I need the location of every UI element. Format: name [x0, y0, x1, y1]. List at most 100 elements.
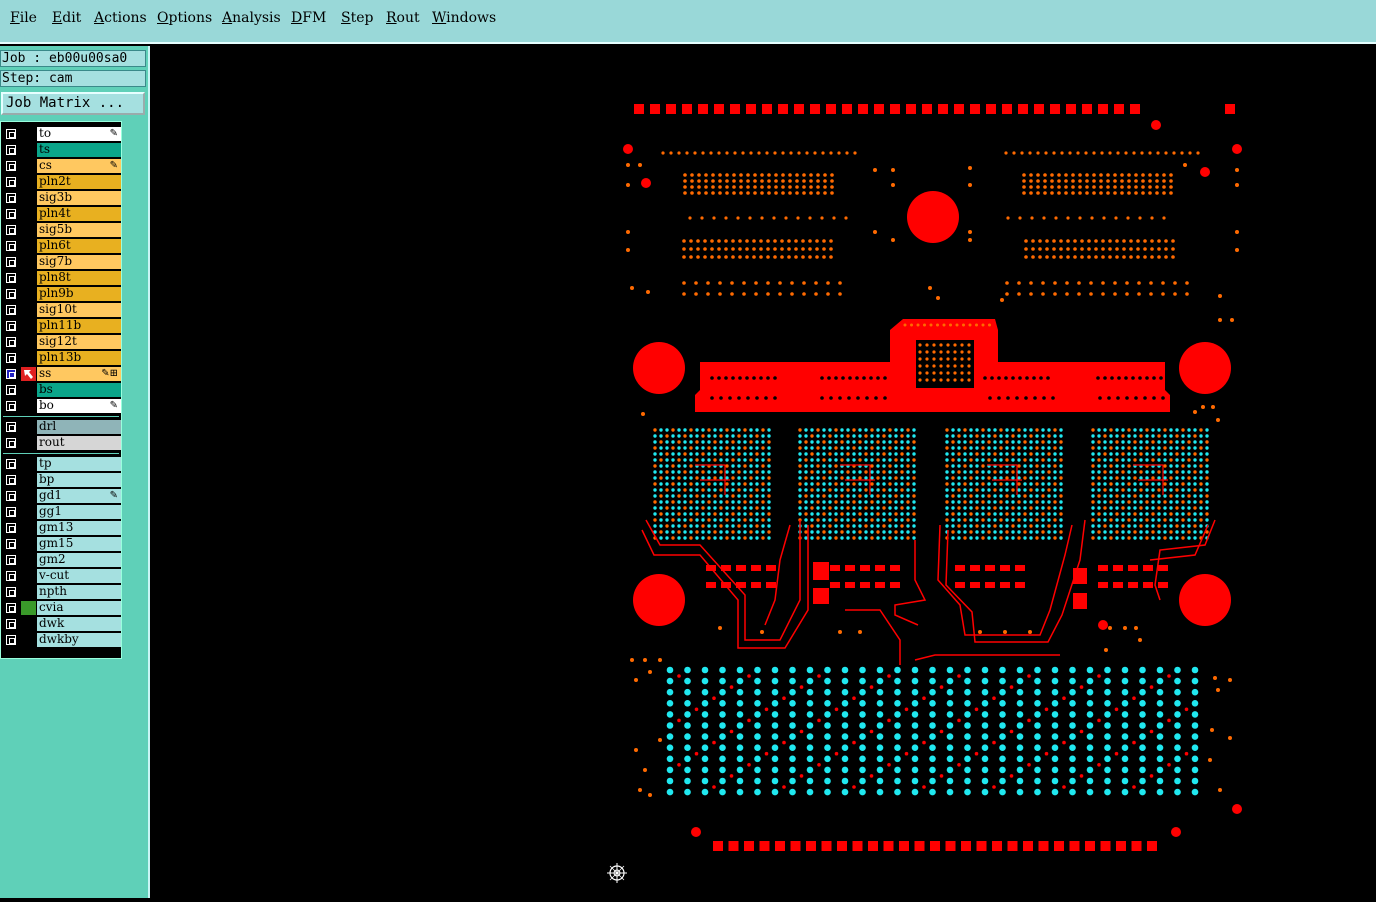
- layer-checkbox-icon[interactable]: [6, 539, 16, 549]
- layer-name-ss[interactable]: ss ✎⊞: [37, 367, 121, 381]
- layer-checkbox-icon[interactable]: [6, 369, 16, 379]
- menu-rout[interactable]: Rout: [386, 10, 420, 26]
- layer-row-pln6t[interactable]: pln6t: [3, 238, 121, 254]
- layer-checkbox-icon[interactable]: [6, 438, 16, 448]
- layer-name-drl[interactable]: drl: [37, 420, 121, 434]
- layer-name-gd1[interactable]: gd1 ✎: [37, 489, 121, 503]
- layer-name-sig12t[interactable]: sig12t: [37, 335, 121, 349]
- layer-name-npth[interactable]: npth: [37, 585, 121, 599]
- layer-row-pln11b[interactable]: pln11b: [3, 318, 121, 334]
- layer-row-drl[interactable]: drl: [3, 419, 121, 435]
- layer-checkbox-icon[interactable]: [6, 177, 16, 187]
- layer-row-dwkby[interactable]: dwkby: [3, 632, 121, 648]
- layer-checkbox-icon[interactable]: [6, 475, 16, 485]
- layer-name-pln8t[interactable]: pln8t: [37, 271, 121, 285]
- layer-row-dwk[interactable]: dwk: [3, 616, 121, 632]
- layer-row-ss[interactable]: ss ✎⊞: [3, 366, 121, 382]
- layer-row-sig7b[interactable]: sig7b: [3, 254, 121, 270]
- pcb-board-view[interactable]: [150, 46, 1376, 898]
- layer-row-ts[interactable]: ts: [3, 142, 121, 158]
- layer-name-v-cut[interactable]: v-cut: [37, 569, 121, 583]
- menu-step[interactable]: Step: [341, 10, 373, 26]
- layer-name-gm13[interactable]: gm13: [37, 521, 121, 535]
- layer-checkbox-icon[interactable]: [6, 257, 16, 267]
- layer-row-bp[interactable]: bp: [3, 472, 121, 488]
- graphic-editor-canvas[interactable]: [150, 46, 1376, 898]
- layer-name-gm15[interactable]: gm15: [37, 537, 121, 551]
- layer-checkbox-icon[interactable]: [6, 225, 16, 235]
- layer-row-sig5b[interactable]: sig5b: [3, 222, 121, 238]
- layer-checkbox-icon[interactable]: [6, 555, 16, 565]
- layer-row-tp[interactable]: tp: [3, 456, 121, 472]
- layer-row-gm15[interactable]: gm15: [3, 536, 121, 552]
- layer-checkbox-icon[interactable]: [6, 241, 16, 251]
- layer-checkbox-icon[interactable]: [6, 129, 16, 139]
- menu-actions[interactable]: Actions: [94, 10, 147, 26]
- layer-row-bs[interactable]: bs: [3, 382, 121, 398]
- layer-name-gg1[interactable]: gg1: [37, 505, 121, 519]
- layer-row-gm13[interactable]: gm13: [3, 520, 121, 536]
- layer-checkbox-icon[interactable]: [6, 422, 16, 432]
- layer-row-sig3b[interactable]: sig3b: [3, 190, 121, 206]
- menu-edit[interactable]: Edit: [52, 10, 81, 26]
- layer-checkbox-icon[interactable]: [6, 273, 16, 283]
- layer-checkbox-icon[interactable]: [6, 571, 16, 581]
- layer-color-swatch[interactable]: [21, 601, 36, 615]
- layer-name-sig7b[interactable]: sig7b: [37, 255, 121, 269]
- layer-row-v-cut[interactable]: v-cut: [3, 568, 121, 584]
- layer-name-bp[interactable]: bp: [37, 473, 121, 487]
- layer-name-tp[interactable]: tp: [37, 457, 121, 471]
- layer-name-sig5b[interactable]: sig5b: [37, 223, 121, 237]
- layer-row-gd1[interactable]: gd1 ✎: [3, 488, 121, 504]
- layer-row-to[interactable]: to ✎: [3, 126, 121, 142]
- work-layer-arrow-icon[interactable]: [21, 367, 36, 381]
- layer-checkbox-icon[interactable]: [6, 161, 16, 171]
- layer-row-sig10t[interactable]: sig10t: [3, 302, 121, 318]
- job-matrix-button[interactable]: Job Matrix ...: [1, 92, 145, 115]
- layer-name-ts[interactable]: ts: [37, 143, 121, 157]
- layer-name-pln4t[interactable]: pln4t: [37, 207, 121, 221]
- menu-file[interactable]: File: [10, 10, 37, 26]
- layer-checkbox-icon[interactable]: [6, 619, 16, 629]
- layer-checkbox-icon[interactable]: [6, 321, 16, 331]
- layer-checkbox-icon[interactable]: [6, 523, 16, 533]
- layer-row-gg1[interactable]: gg1: [3, 504, 121, 520]
- layer-name-cs[interactable]: cs ✎: [37, 159, 121, 173]
- layer-row-pln8t[interactable]: pln8t: [3, 270, 121, 286]
- layer-checkbox-icon[interactable]: [6, 145, 16, 155]
- layer-name-dwkby[interactable]: dwkby: [37, 633, 121, 647]
- layer-row-cs[interactable]: cs ✎: [3, 158, 121, 174]
- layer-checkbox-icon[interactable]: [6, 289, 16, 299]
- layer-name-pln9b[interactable]: pln9b: [37, 287, 121, 301]
- layer-name-bs[interactable]: bs: [37, 383, 121, 397]
- layer-row-pln4t[interactable]: pln4t: [3, 206, 121, 222]
- layer-name-cvia[interactable]: cvia: [37, 601, 121, 615]
- layer-row-bo[interactable]: bo ✎: [3, 398, 121, 414]
- layer-checkbox-icon[interactable]: [6, 305, 16, 315]
- layer-name-dwk[interactable]: dwk: [37, 617, 121, 631]
- layer-checkbox-icon[interactable]: [6, 337, 16, 347]
- layer-name-pln2t[interactable]: pln2t: [37, 175, 121, 189]
- layer-row-cvia[interactable]: cvia: [3, 600, 121, 616]
- layer-checkbox-icon[interactable]: [6, 491, 16, 501]
- layer-row-npth[interactable]: npth: [3, 584, 121, 600]
- layer-row-gm2[interactable]: gm2: [3, 552, 121, 568]
- layer-name-pln13b[interactable]: pln13b: [37, 351, 121, 365]
- layer-checkbox-icon[interactable]: [6, 353, 16, 363]
- layer-name-pln11b[interactable]: pln11b: [37, 319, 121, 333]
- layer-name-rout[interactable]: rout: [37, 436, 121, 450]
- layer-name-sig10t[interactable]: sig10t: [37, 303, 121, 317]
- layer-checkbox-icon[interactable]: [6, 401, 16, 411]
- layer-checkbox-icon[interactable]: [6, 587, 16, 597]
- layer-row-rout[interactable]: rout: [3, 435, 121, 451]
- layer-row-pln13b[interactable]: pln13b: [3, 350, 121, 366]
- layer-name-gm2[interactable]: gm2: [37, 553, 121, 567]
- menu-windows[interactable]: Windows: [432, 10, 496, 26]
- menu-analysis[interactable]: Analysis: [222, 10, 281, 26]
- menu-dfm[interactable]: DFM: [291, 10, 326, 26]
- layer-name-sig3b[interactable]: sig3b: [37, 191, 121, 205]
- layer-name-pln6t[interactable]: pln6t: [37, 239, 121, 253]
- layer-row-sig12t[interactable]: sig12t: [3, 334, 121, 350]
- layer-checkbox-icon[interactable]: [6, 603, 16, 613]
- layer-checkbox-icon[interactable]: [6, 507, 16, 517]
